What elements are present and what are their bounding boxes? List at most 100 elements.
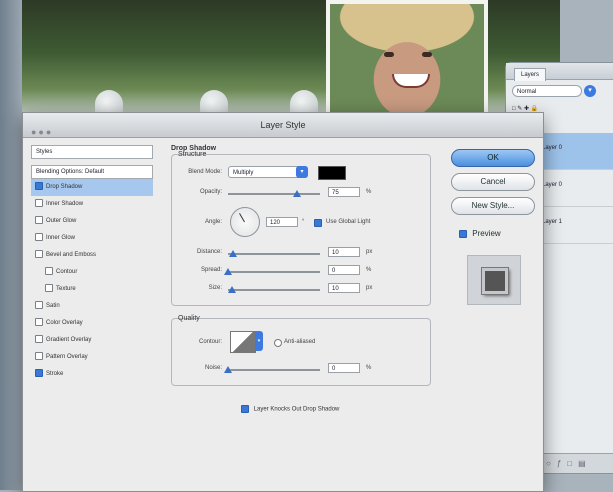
structure-title: Structure xyxy=(178,151,207,158)
quality-group: Quality Contour: ▾ Anti-aliased Noise: 0… xyxy=(171,315,431,386)
blend-mode-select[interactable]: Multiply ▾ xyxy=(228,166,308,178)
new-style-button[interactable]: New Style... xyxy=(451,197,535,215)
style-checkbox[interactable] xyxy=(35,182,43,191)
styles-list: Styles Blending Options: Default Drop Sh… xyxy=(31,145,153,479)
window-controls[interactable]: ●●● xyxy=(31,120,53,144)
style-checkbox[interactable] xyxy=(35,369,43,378)
dialog-titlebar[interactable]: ●●● Layer Style xyxy=(23,113,543,138)
noise-input[interactable]: 0 xyxy=(328,363,360,373)
noise-unit: % xyxy=(366,365,372,371)
style-item-label: Pattern Overlay xyxy=(46,354,88,360)
cancel-button[interactable]: Cancel xyxy=(451,173,535,191)
preview-label: Preview xyxy=(472,229,501,238)
style-preview-thumbnail xyxy=(467,255,521,305)
styles-header[interactable]: Styles xyxy=(31,145,153,159)
angle-input[interactable]: 120 xyxy=(266,217,298,227)
lock-icons-row[interactable]: □ ✎ ✚ 🔒 xyxy=(512,105,538,112)
degree-unit: ° xyxy=(302,219,305,225)
slider-knob[interactable] xyxy=(227,286,236,293)
contour-label: Contour: xyxy=(198,339,222,345)
distance-unit: px xyxy=(366,249,373,255)
style-checkbox[interactable] xyxy=(35,216,43,225)
quality-title: Quality xyxy=(178,315,200,322)
drop-shadow-panel: Drop Shadow Structure Blend Mode: Multip… xyxy=(171,145,431,445)
size-slider[interactable] xyxy=(227,286,320,293)
tab-layers[interactable]: Layers xyxy=(514,68,547,81)
chevron-down-icon[interactable]: ▾ xyxy=(584,85,596,97)
style-item-drop-shadow[interactable]: Drop Shadow xyxy=(31,179,153,196)
blend-mode-label: Blend Mode: xyxy=(188,169,222,175)
layer-name: Layer 0 xyxy=(542,145,563,151)
angle-dial[interactable] xyxy=(230,207,260,237)
layer-name: Layer 0 xyxy=(542,182,563,188)
knockout-row[interactable]: Layer Knocks Out Drop Shadow xyxy=(241,405,339,413)
style-item-gradient-overlay[interactable]: Gradient Overlay xyxy=(31,332,153,349)
style-item-label: Stroke xyxy=(46,371,64,377)
style-item-stroke[interactable]: Stroke xyxy=(31,366,153,383)
spread-slider[interactable] xyxy=(224,268,320,275)
style-checkbox[interactable] xyxy=(45,267,53,276)
noise-label: Noise: xyxy=(204,365,222,371)
layers-blend-mode-select[interactable]: Normal xyxy=(512,85,582,97)
slider-knob[interactable] xyxy=(293,190,301,197)
ok-button[interactable]: OK xyxy=(451,149,535,167)
portrait-layer-image xyxy=(326,0,488,116)
drop-shadow-title: Drop Shadow xyxy=(171,145,217,152)
size-label: Size: xyxy=(208,285,222,291)
style-checkbox[interactable] xyxy=(35,250,43,259)
style-checkbox[interactable] xyxy=(35,352,43,361)
style-item-texture[interactable]: Texture xyxy=(31,281,153,298)
style-checkbox[interactable] xyxy=(35,199,43,208)
blend-mode-value: Multiply xyxy=(233,170,254,176)
style-item-label: Outer Glow xyxy=(46,218,77,224)
style-checkbox[interactable] xyxy=(35,233,43,242)
anti-aliased-checkbox[interactable] xyxy=(274,339,282,347)
slider-knob[interactable] xyxy=(228,250,237,257)
layer-style-dialog: ●●● Layer Style Styles Blending Options:… xyxy=(22,112,544,492)
knockout-label: Layer Knocks Out Drop Shadow xyxy=(253,406,340,413)
preview-toggle[interactable]: Preview xyxy=(459,229,501,238)
style-item-label: Color Overlay xyxy=(46,320,83,326)
knockout-checkbox[interactable] xyxy=(241,405,249,413)
slider-knob[interactable] xyxy=(224,268,232,275)
blending-options-item[interactable]: Blending Options: Default xyxy=(31,165,153,179)
size-input[interactable]: 10 xyxy=(328,283,360,293)
noise-slider[interactable] xyxy=(224,366,320,373)
portrait-eye xyxy=(384,52,394,57)
structure-group: Structure Blend Mode: Multiply ▾ Opacity… xyxy=(171,151,431,306)
style-item-bevel-and-emboss[interactable]: Bevel and Emboss xyxy=(31,247,153,264)
style-checkbox[interactable] xyxy=(35,335,43,344)
spread-input[interactable]: 0 xyxy=(328,265,360,275)
style-item-color-overlay[interactable]: Color Overlay xyxy=(31,315,153,332)
dialog-title: Layer Style xyxy=(260,120,306,130)
opacity-input[interactable]: 75 xyxy=(328,187,360,197)
style-checkbox[interactable] xyxy=(35,301,43,310)
style-item-label: Satin xyxy=(46,303,60,309)
spread-label: Spread: xyxy=(200,267,222,273)
style-item-contour[interactable]: Contour xyxy=(31,264,153,281)
use-global-light-checkbox[interactable] xyxy=(314,219,322,227)
style-item-outer-glow[interactable]: Outer Glow xyxy=(31,213,153,230)
angle-label: Angle: xyxy=(204,219,222,225)
shadow-color-swatch[interactable] xyxy=(318,166,346,180)
contour-picker[interactable] xyxy=(230,331,256,353)
chevron-down-icon[interactable]: ▾ xyxy=(255,331,263,351)
style-item-pattern-overlay[interactable]: Pattern Overlay xyxy=(31,349,153,366)
distance-label: Distance: xyxy=(196,249,222,255)
chevron-down-icon[interactable]: ▾ xyxy=(296,166,308,178)
size-unit: px xyxy=(366,285,373,291)
slider-knob[interactable] xyxy=(224,366,232,373)
style-item-satin[interactable]: Satin xyxy=(31,298,153,315)
preview-checkbox[interactable] xyxy=(459,229,467,238)
style-checkbox[interactable] xyxy=(35,318,43,327)
style-item-inner-shadow[interactable]: Inner Shadow xyxy=(31,196,153,213)
distance-slider[interactable] xyxy=(228,250,320,257)
style-item-label: Gradient Overlay xyxy=(46,337,92,343)
opacity-slider[interactable] xyxy=(228,190,320,197)
style-item-label: Inner Shadow xyxy=(46,201,84,207)
style-item-inner-glow[interactable]: Inner Glow xyxy=(31,230,153,247)
style-checkbox[interactable] xyxy=(45,284,53,293)
opacity-unit: % xyxy=(366,189,372,195)
distance-input[interactable]: 10 xyxy=(328,247,360,257)
layers-tabbar: Layers xyxy=(506,63,613,81)
